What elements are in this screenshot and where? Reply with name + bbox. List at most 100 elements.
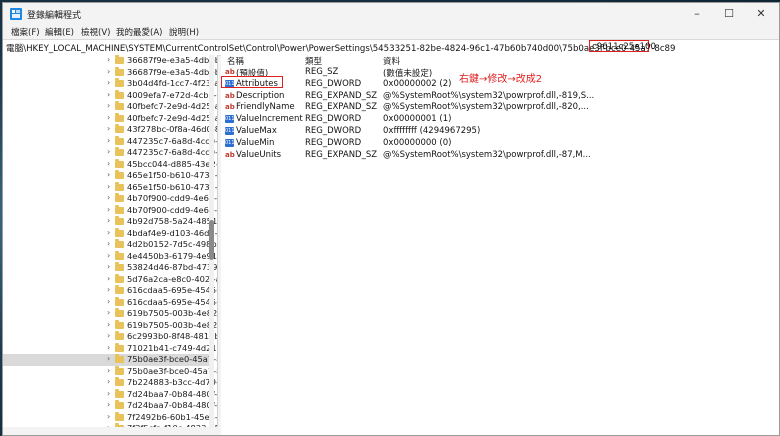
menu-file[interactable]: 檔案(F)	[11, 26, 40, 38]
tree-item-label: 75b0ae3f-bce0-45a7-8c8	[127, 365, 217, 376]
tree-item[interactable]: › 4009efa7-e72d-4cba-9e	[3, 89, 217, 102]
tree-item[interactable]: › 4b92d758-5a24-4851-a4	[3, 216, 217, 228]
tree-item[interactable]: › 447235c7-6a8d-4cc0-8e2	[3, 147, 217, 159]
tree-item-label: 619b7505-003b-4e82-b7	[127, 308, 218, 318]
key-tree-pane[interactable]: › 36687f9e-e3a5-4dbf-b1d › 36687f9e-e3a5-4d…	[3, 55, 218, 427]
tree-item[interactable]: › 36687f9e-e3a5-4dbf-b1d	[3, 55, 217, 67]
chevron-right-icon[interactable]: ›	[107, 113, 110, 122]
value-row[interactable]: ab ValueUnits REG_EXPAND_SZ @%SystemRoot%\s…	[221, 149, 779, 161]
tree-vertical-scrollbar[interactable]	[209, 55, 214, 427]
address-bar[interactable]: 電腦\HKEY_LOCAL_MACHINE\SYSTEM\CurrentCont…	[3, 39, 779, 56]
tree-item[interactable]: › 619b7505-003b-4e82-b7	[3, 319, 217, 332]
tree-item[interactable]: › 7f2492b6-60b1-45e5-ae5	[3, 411, 217, 424]
tree-item[interactable]: › 4bdaf4e9-d103-46d7-a5f	[3, 227, 217, 240]
tree-item[interactable]: › 7b224883-b3cc-4d79-819	[3, 377, 217, 389]
tree-item[interactable]: › 5d76a2ca-e8c0-402f-a13	[3, 273, 217, 286]
registry-editor-window: 登錄編輯程式 – ☐ ✕ 檔案(F) 編輯(E) 檢視(V) 我的最愛(A) 說…	[2, 2, 780, 436]
binary-value-icon: 011	[225, 115, 235, 124]
chevron-right-icon[interactable]: ›	[107, 193, 110, 202]
maximize-button[interactable]: ☐	[715, 7, 743, 21]
tree-item[interactable]: › 40fbefc7-2e9d-4d25-a18	[3, 101, 217, 113]
chevron-right-icon[interactable]: ›	[107, 136, 110, 145]
chevron-right-icon[interactable]: ›	[107, 124, 110, 133]
menu-favorites[interactable]: 我的最愛(A)	[116, 26, 162, 38]
tree-item-label: 7f2492b6-60b1-45e5-ae5	[127, 411, 218, 422]
tree-item[interactable]: › 4b70f900-cdd9-4e66-aa2	[3, 193, 217, 205]
tree-item[interactable]: › 3b04d4fd-1cc7-4f23-ab1	[3, 78, 217, 90]
chevron-right-icon[interactable]: ›	[107, 331, 110, 340]
value-row[interactable]: 011 ValueMin REG_DWORD 0x00000000 (0)	[221, 137, 779, 149]
tree-item[interactable]: › 75b0ae3f-bce0-45a7-8c8	[3, 365, 217, 378]
tree-item[interactable]: › 465e1f50-b610-473a-ab5	[3, 170, 217, 182]
chevron-right-icon[interactable]: ›	[107, 67, 110, 76]
chevron-right-icon[interactable]: ›	[107, 262, 110, 271]
value-row[interactable]: 011 ValueIncrement REG_DWORD 0x00000001 (1)	[221, 113, 779, 125]
chevron-right-icon[interactable]: ›	[107, 274, 110, 283]
values-pane[interactable]: 名稱 類型 資料 ab (預設值) REG_SZ (數值未設定) 011 Attribut…	[221, 55, 779, 435]
tree-item[interactable]: › 45bcc044-d885-43e2-860	[3, 158, 217, 171]
tree-item[interactable]: › 53824d46-87bd-4739-aa	[3, 262, 217, 274]
tree-item[interactable]: › 36687f9e-e3a5-4dbf-b1d	[3, 66, 217, 79]
minimize-button[interactable]: –	[683, 7, 711, 21]
value-row[interactable]: ab FriendlyName REG_EXPAND_SZ @%SystemRoot%…	[221, 101, 779, 113]
tree-item[interactable]: › 447235c7-6a8d-4cc0-8e2	[3, 135, 217, 148]
menu-help[interactable]: 說明(H)	[169, 26, 199, 38]
chevron-right-icon[interactable]: ›	[107, 400, 110, 409]
menu-view[interactable]: 檢視(V)	[81, 26, 110, 38]
chevron-right-icon[interactable]: ›	[107, 377, 110, 386]
chevron-right-icon[interactable]: ›	[107, 297, 110, 306]
chevron-right-icon[interactable]: ›	[107, 343, 110, 352]
value-row[interactable]: ab Description REG_EXPAND_SZ @%SystemRoot%\…	[221, 90, 779, 102]
chevron-right-icon[interactable]: ›	[107, 182, 110, 191]
close-button[interactable]: ✕	[747, 7, 775, 21]
folder-icon	[115, 78, 124, 87]
tree-vertical-scroll-thumb[interactable]	[209, 220, 214, 260]
chevron-right-icon[interactable]: ›	[107, 55, 110, 64]
tree-item[interactable]: › 616cdaa5-695e-4545-97a	[3, 285, 217, 297]
tree-item[interactable]: › 4d2b0152-7d5c-498b-88	[3, 239, 217, 251]
value-type: REG_EXPAND_SZ	[305, 102, 378, 113]
chevron-right-icon[interactable]: ›	[107, 147, 110, 156]
tree-item[interactable]: › 6c2993b0-8f48-481f-bcc	[3, 331, 217, 343]
folder-icon	[115, 66, 124, 76]
chevron-right-icon[interactable]: ›	[107, 354, 110, 363]
tree-item[interactable]: › 71021b41-c749-4d21-be	[3, 342, 217, 355]
chevron-right-icon[interactable]: ›	[107, 228, 110, 237]
folder-icon	[115, 89, 124, 99]
chevron-right-icon[interactable]: ›	[107, 216, 110, 225]
tree-item-label: 40fbefc7-2e9d-4d25-a18	[127, 101, 217, 111]
chevron-right-icon[interactable]: ›	[107, 239, 110, 248]
value-data: 0xffffffff (4294967295)	[383, 126, 481, 136]
chevron-right-icon[interactable]: ›	[107, 101, 110, 110]
title-bar[interactable]: 登錄編輯程式 – ☐ ✕	[3, 3, 779, 25]
tree-item[interactable]: › 619b7505-003b-4e82-b7	[3, 308, 217, 320]
string-value-icon: ab	[225, 91, 235, 100]
chevron-right-icon[interactable]: ›	[107, 285, 110, 294]
tree-item[interactable]: › 75b0ae3f-bce0-45a7-8c8	[3, 354, 217, 366]
tree-item[interactable]: › 4b70f900-cdd9-4e66-aa2	[3, 204, 217, 217]
chevron-right-icon[interactable]: ›	[107, 389, 110, 398]
tree-item-label: 4bdaf4e9-d103-46d7-a5f	[127, 227, 218, 238]
folder-icon	[115, 124, 124, 133]
tree-item[interactable]: › 7d24baa7-0b84-480f-840	[3, 388, 217, 401]
value-name: ValueMin	[236, 137, 275, 148]
tree-item[interactable]: › 465e1f50-b610-473a-ab5	[3, 181, 217, 194]
chevron-right-icon[interactable]: ›	[107, 159, 110, 168]
folder-icon	[115, 204, 124, 214]
tree-item[interactable]: › 7d24baa7-0b84-480f-840	[3, 400, 217, 412]
tree-item[interactable]: › 40fbefc7-2e9d-4d25-a18	[3, 112, 217, 125]
chevron-right-icon[interactable]: ›	[107, 170, 110, 179]
tree-item[interactable]: › 43f278bc-0f8a-46d0-8b3	[3, 124, 217, 136]
chevron-right-icon[interactable]: ›	[107, 308, 110, 317]
tree-item[interactable]: › 616cdaa5-695e-4545-97a	[3, 296, 217, 309]
tree-item[interactable]: › 4e4450b3-6179-4e91-b8	[3, 250, 217, 263]
chevron-right-icon[interactable]: ›	[107, 90, 110, 99]
chevron-right-icon[interactable]: ›	[107, 320, 110, 329]
chevron-right-icon[interactable]: ›	[107, 78, 110, 87]
value-row[interactable]: 011 ValueMax REG_DWORD 0xffffffff (42949672…	[221, 125, 779, 137]
menu-edit[interactable]: 編輯(E)	[45, 26, 74, 38]
chevron-right-icon[interactable]: ›	[107, 251, 110, 260]
chevron-right-icon[interactable]: ›	[107, 366, 110, 375]
chevron-right-icon[interactable]: ›	[107, 205, 110, 214]
chevron-right-icon[interactable]: ›	[107, 412, 110, 421]
